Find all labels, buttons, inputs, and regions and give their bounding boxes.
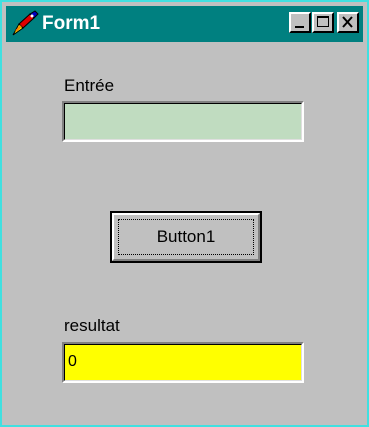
button1-label: Button1 <box>156 227 216 246</box>
form1-window: Form1 Entrée Button1 resultat 0 <box>0 0 369 427</box>
entree-input[interactable] <box>62 101 304 142</box>
maximize-icon <box>317 16 329 27</box>
resultat-label: resultat <box>64 316 120 335</box>
resultat-output[interactable]: 0 <box>62 342 304 383</box>
resultat-output-inner-border <box>64 344 302 381</box>
maximize-button[interactable] <box>312 12 334 33</box>
close-icon <box>342 16 353 28</box>
entree-input-inner-border <box>64 103 302 140</box>
minimize-icon <box>295 26 304 28</box>
resultat-value: 0 <box>68 353 77 370</box>
button1[interactable]: Button1 <box>110 211 262 263</box>
delphi-app-icon[interactable] <box>10 10 40 38</box>
window-title: Form1 <box>42 13 101 34</box>
title-bar[interactable]: Form1 <box>6 6 363 42</box>
entree-label: Entrée <box>64 76 115 95</box>
close-button[interactable] <box>337 12 359 33</box>
minimize-button[interactable] <box>289 12 311 33</box>
